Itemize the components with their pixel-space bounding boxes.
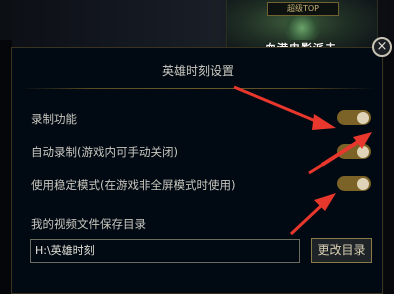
setting-label-recording: 录制功能 (31, 112, 77, 126)
change-directory-button[interactable]: 更改目录 (311, 238, 372, 263)
background-right (384, 40, 394, 294)
setting-label-auto-record: 自动录制(游戏内可手动关闭) (31, 145, 178, 159)
banner-top-label: 超级TOP (267, 2, 339, 16)
title-divider (20, 88, 374, 89)
toggle-auto-record[interactable] (337, 144, 371, 159)
save-dir-input[interactable]: H:\英雄时刻 (30, 239, 300, 263)
dialog-title: 英雄时刻设置 (161, 64, 234, 78)
toggle-knob (357, 177, 369, 190)
banner-figure-image (282, 16, 322, 40)
save-dir-label: 我的视频文件保存目录 (31, 217, 146, 231)
toggle-stable-mode[interactable] (337, 176, 371, 191)
close-button[interactable]: × (372, 37, 392, 57)
toggle-recording[interactable] (337, 110, 371, 125)
setting-label-stable-mode: 使用稳定模式(在游戏非全屏模式时使用) (31, 178, 236, 192)
toggle-knob (357, 111, 369, 124)
toggle-knob (357, 145, 369, 158)
